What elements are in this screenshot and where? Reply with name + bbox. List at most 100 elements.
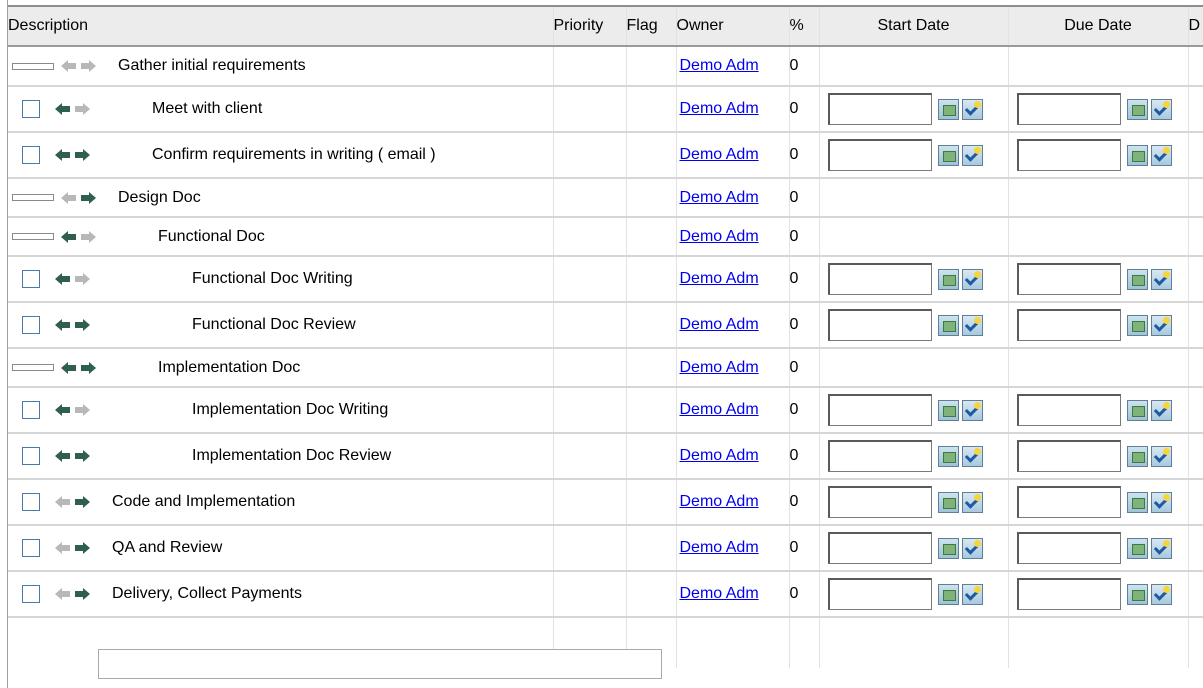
- calendar-icon[interactable]: [1126, 268, 1148, 290]
- owner-link[interactable]: Demo Adm: [680, 585, 759, 602]
- calendar-icon[interactable]: [1126, 98, 1148, 120]
- date-wizard-icon[interactable]: [1150, 537, 1172, 559]
- calendar-icon[interactable]: [937, 399, 959, 421]
- arrow-right-icon[interactable]: [74, 587, 91, 601]
- date-wizard-icon[interactable]: [961, 537, 983, 559]
- arrow-left-icon[interactable]: [54, 318, 71, 332]
- calendar-icon[interactable]: [937, 583, 959, 605]
- date-wizard-icon[interactable]: [961, 98, 983, 120]
- task-name[interactable]: Meet with client: [152, 100, 262, 118]
- arrow-right-icon[interactable]: [74, 148, 91, 162]
- task-name[interactable]: Functional Doc: [158, 228, 265, 246]
- owner-link[interactable]: Demo Adm: [680, 270, 759, 287]
- date-wizard-icon[interactable]: [1150, 491, 1172, 513]
- task-name[interactable]: Gather initial requirements: [118, 57, 306, 75]
- task-checkbox[interactable]: [22, 270, 40, 288]
- task-name[interactable]: Confirm requirements in writing ( email …: [152, 146, 436, 164]
- arrow-left-icon[interactable]: [60, 230, 77, 244]
- start-date-input[interactable]: [827, 263, 932, 295]
- date-wizard-icon[interactable]: [1150, 399, 1172, 421]
- owner-link[interactable]: Demo Adm: [680, 539, 759, 556]
- arrow-right-icon[interactable]: [74, 449, 91, 463]
- due-date-input[interactable]: [1016, 263, 1121, 295]
- calendar-icon[interactable]: [1126, 491, 1148, 513]
- calendar-icon[interactable]: [937, 98, 959, 120]
- date-wizard-icon[interactable]: [961, 583, 983, 605]
- task-checkbox[interactable]: [22, 585, 40, 603]
- task-name[interactable]: Delivery, Collect Payments: [112, 585, 302, 603]
- task-checkbox[interactable]: [22, 401, 40, 419]
- calendar-icon[interactable]: [937, 491, 959, 513]
- start-date-input[interactable]: [827, 532, 932, 564]
- calendar-icon[interactable]: [1126, 445, 1148, 467]
- due-date-input[interactable]: [1016, 139, 1121, 171]
- calendar-icon[interactable]: [937, 314, 959, 336]
- arrow-left-icon[interactable]: [54, 148, 71, 162]
- arrow-left-icon[interactable]: [54, 272, 71, 286]
- arrow-right-icon[interactable]: [74, 495, 91, 509]
- task-name[interactable]: Implementation Doc Writing: [192, 401, 388, 419]
- owner-link[interactable]: Demo Adm: [680, 228, 759, 245]
- task-name[interactable]: Functional Doc Review: [192, 316, 356, 334]
- calendar-icon[interactable]: [1126, 537, 1148, 559]
- col-next-partial[interactable]: D: [1188, 5, 1203, 47]
- owner-link[interactable]: Demo Adm: [680, 359, 759, 376]
- arrow-right-icon[interactable]: [74, 541, 91, 555]
- arrow-right-icon[interactable]: [80, 191, 97, 205]
- arrow-left-icon[interactable]: [54, 403, 71, 417]
- task-name[interactable]: Implementation Doc: [158, 359, 300, 377]
- col-flag[interactable]: Flag: [626, 5, 677, 47]
- owner-link[interactable]: Demo Adm: [680, 316, 759, 333]
- arrow-right-icon[interactable]: [80, 361, 97, 375]
- due-date-input[interactable]: [1016, 440, 1121, 472]
- start-date-input[interactable]: [827, 93, 932, 125]
- col-percent[interactable]: %: [789, 5, 820, 47]
- calendar-icon[interactable]: [937, 537, 959, 559]
- task-checkbox[interactable]: [22, 447, 40, 465]
- calendar-icon[interactable]: [937, 144, 959, 166]
- due-date-input[interactable]: [1016, 486, 1121, 518]
- date-wizard-icon[interactable]: [1150, 98, 1172, 120]
- start-date-input[interactable]: [827, 440, 932, 472]
- date-wizard-icon[interactable]: [961, 144, 983, 166]
- task-checkbox[interactable]: [22, 316, 40, 334]
- owner-link[interactable]: Demo Adm: [680, 100, 759, 117]
- col-description[interactable]: Description: [8, 5, 554, 47]
- calendar-icon[interactable]: [1126, 144, 1148, 166]
- owner-link[interactable]: Demo Adm: [680, 493, 759, 510]
- task-checkbox[interactable]: [22, 493, 40, 511]
- arrow-right-icon[interactable]: [74, 318, 91, 332]
- date-wizard-icon[interactable]: [1150, 583, 1172, 605]
- start-date-input[interactable]: [827, 486, 932, 518]
- start-date-input[interactable]: [827, 578, 932, 610]
- arrow-left-icon[interactable]: [54, 102, 71, 116]
- calendar-icon[interactable]: [1126, 314, 1148, 336]
- start-date-input[interactable]: [827, 309, 932, 341]
- col-start-date[interactable]: Start Date: [819, 5, 1009, 47]
- calendar-icon[interactable]: [937, 268, 959, 290]
- date-wizard-icon[interactable]: [961, 268, 983, 290]
- arrow-left-icon[interactable]: [60, 361, 77, 375]
- owner-link[interactable]: Demo Adm: [680, 189, 759, 206]
- start-date-input[interactable]: [827, 139, 932, 171]
- date-wizard-icon[interactable]: [961, 445, 983, 467]
- date-wizard-icon[interactable]: [961, 491, 983, 513]
- calendar-icon[interactable]: [1126, 583, 1148, 605]
- owner-link[interactable]: Demo Adm: [680, 57, 759, 74]
- date-wizard-icon[interactable]: [1150, 144, 1172, 166]
- col-due-date[interactable]: Due Date: [1008, 5, 1189, 47]
- task-name[interactable]: Functional Doc Writing: [192, 270, 353, 288]
- date-wizard-icon[interactable]: [1150, 445, 1172, 467]
- date-wizard-icon[interactable]: [961, 399, 983, 421]
- start-date-input[interactable]: [827, 394, 932, 426]
- new-task-input[interactable]: [98, 649, 662, 679]
- due-date-input[interactable]: [1016, 93, 1121, 125]
- date-wizard-icon[interactable]: [961, 314, 983, 336]
- due-date-input[interactable]: [1016, 578, 1121, 610]
- date-wizard-icon[interactable]: [1150, 268, 1172, 290]
- task-name[interactable]: Code and Implementation: [112, 493, 295, 511]
- task-name[interactable]: Design Doc: [118, 189, 201, 207]
- due-date-input[interactable]: [1016, 532, 1121, 564]
- arrow-left-icon[interactable]: [54, 449, 71, 463]
- task-checkbox[interactable]: [22, 100, 40, 118]
